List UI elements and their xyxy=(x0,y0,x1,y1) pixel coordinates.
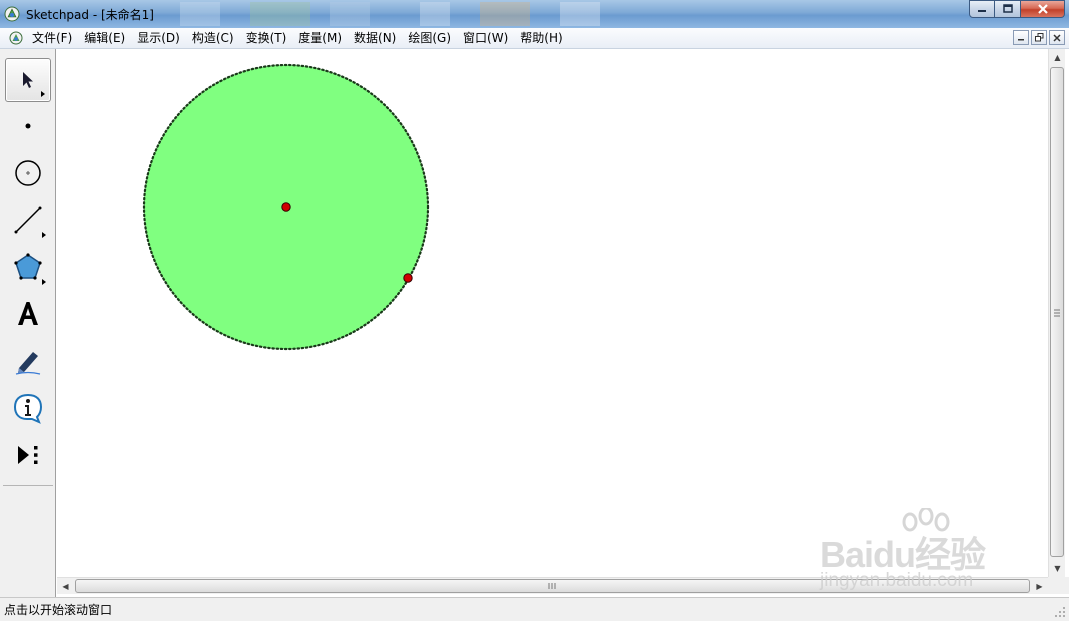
caption-buttons xyxy=(969,0,1065,18)
point-tool[interactable] xyxy=(5,104,51,148)
minimize-icon xyxy=(1018,38,1024,40)
menu-graph[interactable]: 绘图(G) xyxy=(402,30,457,47)
information-tool[interactable] xyxy=(5,386,51,430)
menu-items: 文件(F) 编辑(E) 显示(D) 构造(C) 变换(T) 度量(M) 数据(N… xyxy=(26,30,569,47)
tool-menu-arrow-icon xyxy=(42,232,46,238)
restore-icon xyxy=(1034,33,1043,42)
scroll-left-arrow-icon[interactable]: ◀ xyxy=(57,578,74,595)
information-icon xyxy=(13,393,43,424)
text-icon xyxy=(18,302,38,325)
horizontal-scrollbar[interactable]: ◀ ▶ xyxy=(57,577,1048,594)
line-segment-icon xyxy=(14,206,42,234)
scroll-up-arrow-icon[interactable]: ▲ xyxy=(1049,49,1066,66)
minimize-button[interactable] xyxy=(969,0,995,18)
doc-restore-button[interactable] xyxy=(1031,30,1047,45)
custom-tools-icon xyxy=(18,446,38,464)
document-icon[interactable] xyxy=(9,31,23,45)
minimize-icon xyxy=(978,10,986,12)
sketchpad-window: Sketchpad - [未命名1] 文件(F) 编辑(E) 显示(D) 构造(… xyxy=(0,0,1069,621)
marker-tool[interactable] xyxy=(5,339,51,383)
menu-window[interactable]: 窗口(W) xyxy=(457,30,514,47)
custom-tool[interactable] xyxy=(5,433,51,477)
toolbox-separator xyxy=(3,485,53,486)
polygon-tool[interactable] xyxy=(5,245,51,289)
marker-pen-icon xyxy=(15,352,41,375)
arrow-select-icon xyxy=(23,72,33,88)
text-tool[interactable] xyxy=(5,292,51,336)
grip-icon xyxy=(1054,309,1060,317)
close-icon xyxy=(1037,4,1048,14)
polygon-icon xyxy=(14,253,42,280)
straightedge-tool[interactable] xyxy=(5,198,51,242)
menu-measure[interactable]: 度量(M) xyxy=(292,30,348,47)
menu-file[interactable]: 文件(F) xyxy=(26,30,78,47)
window-title: Sketchpad - [未命名1] xyxy=(26,8,154,22)
status-bar: 点击以开始滚动窗口 xyxy=(0,597,1069,621)
document-window-buttons xyxy=(1013,30,1065,45)
arrow-tool[interactable] xyxy=(5,58,51,102)
menu-transform[interactable]: 变换(T) xyxy=(240,30,293,47)
sketch-drawing xyxy=(142,63,430,351)
menu-number[interactable]: 数据(N) xyxy=(348,30,402,47)
menu-edit[interactable]: 编辑(E) xyxy=(78,30,131,47)
doc-close-button[interactable] xyxy=(1049,30,1065,45)
point-icon xyxy=(25,123,31,129)
tool-menu-arrow-icon xyxy=(42,279,46,285)
vertical-scroll-thumb[interactable] xyxy=(1050,67,1064,557)
menu-bar: 文件(F) 编辑(E) 显示(D) 构造(C) 变换(T) 度量(M) 数据(N… xyxy=(0,28,1069,49)
menu-help[interactable]: 帮助(H) xyxy=(514,30,568,47)
compass-tool[interactable] xyxy=(5,151,51,195)
grip-icon xyxy=(548,583,556,589)
close-button[interactable] xyxy=(1021,0,1065,18)
sketchpad-app-icon[interactable] xyxy=(4,6,20,22)
center-point[interactable] xyxy=(281,202,291,212)
maximize-button[interactable] xyxy=(995,0,1021,18)
menu-display[interactable]: 显示(D) xyxy=(131,30,186,47)
tool-menu-arrow-icon xyxy=(41,91,45,97)
toolbox xyxy=(0,49,56,597)
menu-construct[interactable]: 构造(C) xyxy=(186,30,240,47)
vertical-scrollbar[interactable]: ▲ ▼ xyxy=(1048,49,1065,577)
radius-point[interactable] xyxy=(403,273,413,283)
close-icon xyxy=(1053,33,1061,42)
maximize-icon xyxy=(1002,4,1013,13)
horizontal-scroll-thumb[interactable] xyxy=(75,579,1030,593)
title-bar[interactable]: Sketchpad - [未命名1] xyxy=(0,0,1069,28)
sketch-canvas[interactable] xyxy=(57,49,1048,577)
resize-grip-icon[interactable] xyxy=(1054,606,1066,618)
scrollbar-corner xyxy=(1048,577,1069,594)
status-text: 点击以开始滚动窗口 xyxy=(4,603,113,617)
scroll-down-arrow-icon[interactable]: ▼ xyxy=(1049,560,1066,577)
compass-circle-icon xyxy=(15,160,41,186)
scroll-right-arrow-icon[interactable]: ▶ xyxy=(1031,578,1048,595)
doc-minimize-button[interactable] xyxy=(1013,30,1029,45)
